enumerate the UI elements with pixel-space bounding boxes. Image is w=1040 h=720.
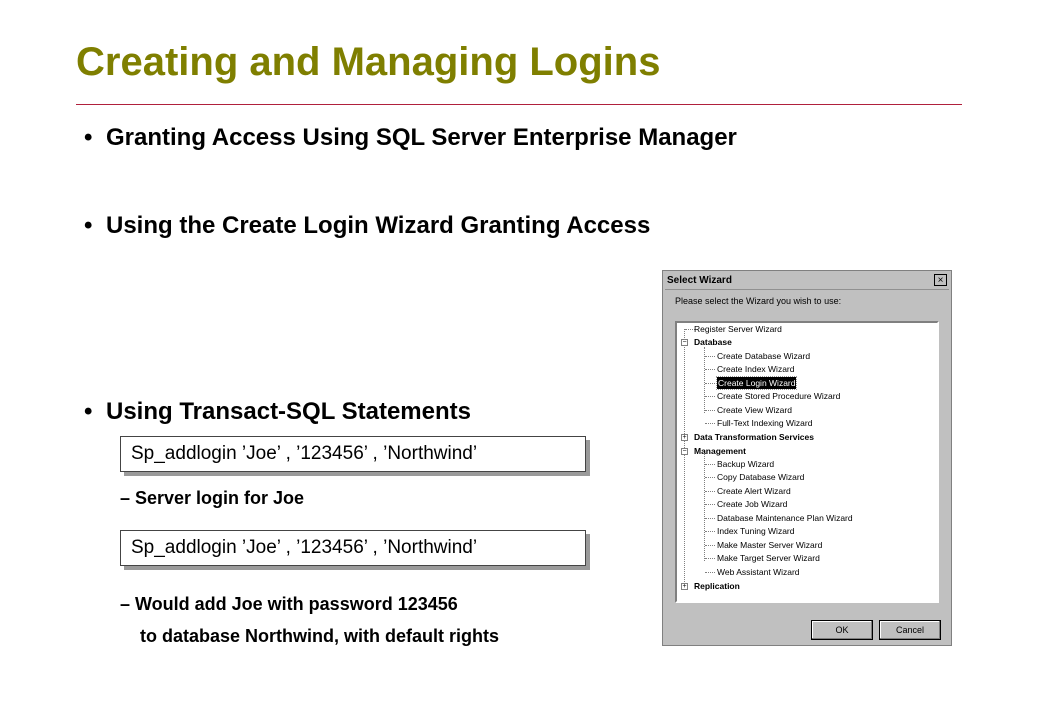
note-add-joe-line1: – Would add Joe with password 123456 — [120, 594, 458, 614]
tree-item-make-target-server[interactable]: Make Target Server Wizard — [717, 552, 820, 564]
expand-icon[interactable]: + — [681, 434, 688, 441]
bullet-text: Using Transact-SQL Statements — [106, 398, 471, 425]
tree-item-web-assistant[interactable]: Web Assistant Wizard — [717, 566, 800, 578]
tree-branch — [705, 477, 715, 478]
tree-branch — [705, 423, 715, 424]
dialog-prompt: Please select the Wizard you wish to use… — [675, 296, 842, 306]
tree-item-full-text-indexing[interactable]: Full-Text Indexing Wizard — [717, 417, 812, 429]
bullet-symbol: • — [84, 212, 93, 239]
tree-branch — [705, 356, 715, 357]
tree-branch — [705, 504, 715, 505]
tree-item-register-server[interactable]: Register Server Wizard — [694, 323, 782, 335]
bullet-create-login-wizard: • Using the Create Login Wizard Granting … — [84, 212, 650, 240]
tree-item-dts[interactable]: Data Transformation Services — [694, 431, 814, 443]
tree-item-copy-database[interactable]: Copy Database Wizard — [717, 471, 804, 483]
tree-item-create-stored-procedure[interactable]: Create Stored Procedure Wizard — [717, 390, 840, 402]
wizard-tree[interactable]: Register Server Wizard − Database Create… — [675, 321, 939, 603]
tree-item-db-maintenance-plan[interactable]: Database Maintenance Plan Wizard — [717, 512, 853, 524]
ok-button[interactable]: OK — [811, 620, 873, 640]
tree-root-line — [684, 329, 685, 584]
bullet-text: Granting Access Using SQL Server Enterpr… — [106, 124, 737, 151]
tree-branch — [705, 396, 715, 397]
tree-item-create-index[interactable]: Create Index Wizard — [717, 363, 794, 375]
tree-item-index-tuning[interactable]: Index Tuning Wizard — [717, 525, 794, 537]
title-divider — [76, 104, 962, 105]
tree-item-backup[interactable]: Backup Wizard — [717, 458, 774, 470]
tree-item-create-alert[interactable]: Create Alert Wizard — [717, 485, 791, 497]
tree-branch — [705, 572, 715, 573]
tree-item-database[interactable]: Database — [694, 336, 732, 348]
collapse-icon[interactable]: − — [681, 339, 688, 346]
bullet-enterprise-manager: • Granting Access Using SQL Server Enterp… — [84, 124, 737, 152]
slide-title: Creating and Managing Logins — [76, 40, 661, 84]
bullet-transact-sql: • Using Transact-SQL Statements — [84, 398, 471, 426]
tree-item-replication[interactable]: Replication — [694, 580, 740, 592]
tree-item-management[interactable]: Management — [694, 445, 746, 457]
bullet-symbol: • — [84, 124, 93, 151]
expand-icon[interactable]: + — [681, 583, 688, 590]
select-wizard-dialog: Select Wizard × Please select the Wizard… — [662, 270, 952, 646]
code-box-1: Sp_addlogin ’Joe’ , ’123456’ , ’Northwin… — [120, 436, 586, 472]
tree-branch — [705, 383, 715, 384]
tree-branch — [705, 491, 715, 492]
close-icon[interactable]: × — [934, 274, 947, 286]
bullet-text: Using the Create Login Wizard Granting A… — [106, 212, 651, 239]
tree-branch — [705, 410, 715, 411]
code-box-2: Sp_addlogin ’Joe’ , ’123456’ , ’Northwin… — [120, 530, 586, 566]
tree-item-make-master-server[interactable]: Make Master Server Wizard — [717, 539, 822, 551]
dialog-title-bar: Select Wizard × — [665, 273, 949, 290]
tree-item-create-login-selected[interactable]: Create Login Wizard — [715, 376, 798, 390]
tree-item-create-view[interactable]: Create View Wizard — [717, 404, 792, 416]
tree-item-create-database[interactable]: Create Database Wizard — [717, 350, 810, 362]
cancel-button[interactable]: Cancel — [879, 620, 941, 640]
tree-branch — [705, 518, 715, 519]
collapse-icon[interactable]: − — [681, 448, 688, 455]
tree-branch — [705, 464, 715, 465]
tree-branch — [705, 369, 715, 370]
tree-branch — [705, 545, 715, 546]
dialog-title: Select Wizard — [667, 275, 732, 286]
tree-item-create-job[interactable]: Create Job Wizard — [717, 498, 787, 510]
tree-branch — [705, 558, 715, 559]
tree-branch — [705, 531, 715, 532]
bullet-symbol: • — [84, 398, 93, 425]
note-add-joe-line2: to database Northwind, with default righ… — [140, 626, 500, 646]
note-server-login: – Server login for Joe — [120, 488, 305, 508]
